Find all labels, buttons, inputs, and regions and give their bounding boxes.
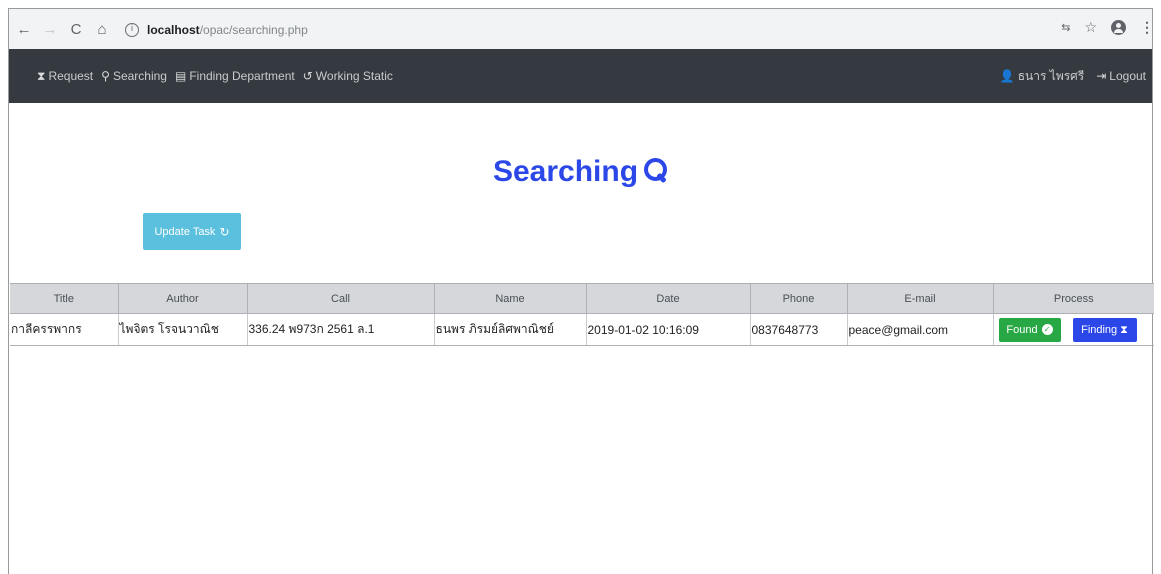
- nav-searching-label: Searching: [112, 69, 167, 83]
- address-bar[interactable]: i localhost/opac/searching.php: [125, 19, 995, 41]
- bookmark-star-icon[interactable]: ☆: [1084, 20, 1097, 36]
- page-title: Searching: [9, 155, 1152, 189]
- cell-date: 2019-01-02 10:16:09: [585, 313, 750, 346]
- nav-links: ⧗ Request ⚲ Searching ▤ Finding Departme…: [37, 69, 393, 84]
- user-icon: 👤: [999, 69, 1015, 83]
- app-navbar: ⧗ Request ⚲ Searching ▤ Finding Departme…: [9, 49, 1152, 103]
- browser-actions: ⇆ ☆ ⋮: [1061, 19, 1154, 36]
- info-icon[interactable]: i: [125, 23, 139, 37]
- search-results-table: Title Author Call Name Date Phone E-mail…: [10, 283, 1154, 346]
- nav-user-area: 👤 ธนาร ไพรศรี ⇥ Logout: [1000, 67, 1146, 86]
- header-date: Date: [585, 283, 750, 314]
- profile-icon[interactable]: [1111, 20, 1126, 35]
- header-name: Name: [433, 283, 586, 314]
- header-author: Author: [117, 283, 247, 314]
- url-host: localhost: [147, 23, 200, 37]
- back-arrow-icon[interactable]: ←: [13, 18, 35, 40]
- reload-icon[interactable]: C: [65, 18, 87, 40]
- logout-link[interactable]: ⇥ Logout: [1096, 69, 1146, 83]
- found-label: Found: [1006, 323, 1038, 336]
- cell-process: Found ✓ Finding ⧗: [992, 313, 1155, 346]
- user-menu[interactable]: 👤 ธนาร ไพรศรี: [1000, 67, 1084, 86]
- page-title-text: Searching: [492, 155, 639, 188]
- update-task-label: Update Task: [154, 225, 216, 238]
- url-path: /opac/searching.php: [199, 23, 308, 37]
- header-email: E-mail: [846, 283, 993, 314]
- search-icon: ⚲: [101, 69, 110, 83]
- nav-finding-department-label: Finding Department: [189, 69, 295, 83]
- finding-label: Finding: [1081, 323, 1118, 336]
- browser-toolbar: ← → C ⌂ i localhost/opac/searching.php ⇆…: [9, 9, 1154, 49]
- forward-arrow-icon[interactable]: →: [39, 18, 61, 40]
- header-call: Call: [246, 283, 434, 314]
- cell-call: 336.24 พ973ก 2561 ล.1: [246, 313, 434, 346]
- nav-request[interactable]: ⧗ Request: [37, 69, 93, 84]
- logout-label: Logout: [1109, 69, 1146, 83]
- translate-icon[interactable]: ⇆: [1061, 21, 1070, 34]
- nav-working-static[interactable]: ↺ Working Static: [303, 69, 393, 83]
- cell-name: ธนพร ภิรมย์ลิศพาณิชย์: [433, 313, 586, 346]
- cell-author: ไพจิตร โรจนวาณิช: [117, 313, 247, 346]
- header-title: Title: [10, 283, 118, 314]
- sign-out-icon: ⇥: [1096, 69, 1107, 83]
- history-icon: ↺: [302, 69, 313, 83]
- check-circle-icon: ✓: [1041, 324, 1053, 335]
- search-icon: [644, 157, 668, 183]
- refresh-icon: ↻: [219, 224, 230, 239]
- cell-title: กาลีครรพากร: [10, 313, 118, 346]
- hourglass-icon: ⧗: [1120, 322, 1128, 336]
- cell-email: peace@gmail.com: [846, 313, 993, 346]
- found-button[interactable]: Found ✓: [998, 317, 1061, 342]
- header-phone: Phone: [749, 283, 847, 314]
- update-task-button[interactable]: Update Task ↻: [143, 213, 241, 250]
- nav-finding-department[interactable]: ▤ Finding Department: [175, 69, 295, 83]
- header-process: Process: [992, 283, 1154, 314]
- cell-phone: 0837648773: [749, 313, 847, 346]
- browser-window: ← → C ⌂ i localhost/opac/searching.php ⇆…: [8, 8, 1154, 574]
- nav-request-label: Request: [48, 69, 94, 83]
- building-icon: ▤: [174, 69, 187, 83]
- nav-working-static-label: Working Static: [315, 69, 393, 83]
- kebab-menu-icon[interactable]: ⋮: [1140, 19, 1154, 36]
- table-row: กาลีครรพากร ไพจิตร โรจนวาณิช 336.24 พ973…: [10, 313, 1155, 346]
- table-header-row: Title Author Call Name Date Phone E-mail…: [10, 283, 1154, 314]
- finding-button[interactable]: Finding ⧗: [1072, 317, 1137, 342]
- user-name: ธนาร ไพรศรี: [1017, 68, 1085, 83]
- home-icon[interactable]: ⌂: [91, 18, 113, 40]
- process-actions: Found ✓ Finding ⧗: [995, 317, 1155, 342]
- nav-searching[interactable]: ⚲ Searching: [101, 69, 167, 83]
- hourglass-icon: ⧗: [37, 68, 46, 83]
